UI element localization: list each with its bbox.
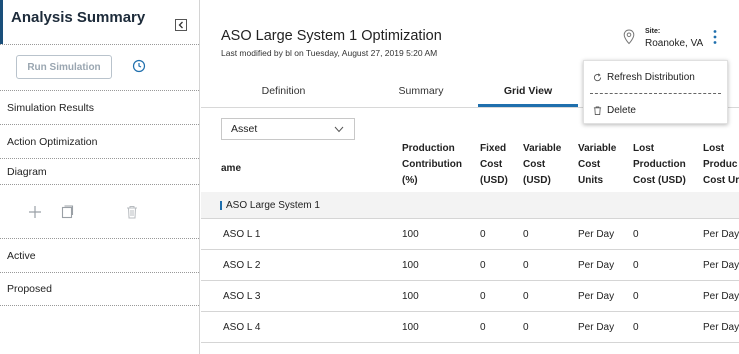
cell-name: ASO L 4 <box>223 321 261 333</box>
cell-production-contribution: 100 <box>402 228 419 240</box>
group-row[interactable]: ASO Large System 1 <box>201 192 739 219</box>
sidebar-toolbar <box>0 184 199 238</box>
cell-name: ASO L 2 <box>223 259 261 271</box>
more-options-icon[interactable] <box>712 29 718 45</box>
cell-lost-production-cost: 0 <box>633 290 639 302</box>
cell-fixed-cost: 0 <box>480 321 486 333</box>
sidebar-header: Analysis Summary <box>0 0 199 44</box>
cell-lost-production-cost-units: Per Day <box>703 321 739 333</box>
cell-production-contribution: 100 <box>402 259 419 271</box>
cell-variable-cost-units: Per Day <box>578 228 615 240</box>
sidebar-item-action-optimization[interactable]: Action Optimization <box>0 124 199 158</box>
cell-fixed-cost: 0 <box>480 259 486 271</box>
cell-variable-cost-units: Per Day <box>578 321 615 333</box>
cell-lost-production-cost: 0 <box>633 259 639 271</box>
run-simulation-button[interactable]: Run Simulation <box>16 55 112 79</box>
table-row[interactable]: ASO L 3 100 0 0 Per Day 0 Per Day <box>201 281 739 312</box>
asset-dropdown[interactable]: Asset <box>221 118 355 140</box>
column-header-fixed-cost[interactable]: Fixed Cost (USD) <box>480 141 508 189</box>
column-header-lost-production-cost[interactable]: Lost Production Cost (USD) <box>633 141 686 189</box>
cell-name: ASO L 1 <box>223 228 261 240</box>
cell-lost-production-cost-units: Per Day <box>703 259 739 271</box>
group-indicator <box>220 201 222 210</box>
cell-fixed-cost: 0 <box>480 290 486 302</box>
cell-variable-cost-units: Per Day <box>578 290 615 302</box>
site-label: Site: <box>645 28 661 35</box>
table-row[interactable]: ASO L 1 100 0 0 Per Day 0 Per Day <box>201 219 739 250</box>
site-value: Roanoke, VA <box>645 38 704 49</box>
collapse-icon[interactable] <box>175 19 187 31</box>
cell-name: ASO L 3 <box>223 290 261 302</box>
column-header-variable-cost[interactable]: Variable Cost (USD) <box>523 141 561 189</box>
tab-summary[interactable]: Summary <box>366 74 476 108</box>
active-tab-indicator <box>478 104 578 107</box>
tab-grid-view[interactable]: Grid View <box>478 74 578 108</box>
options-menu: Refresh Distribution Delete <box>583 60 728 124</box>
menu-separator <box>590 93 721 94</box>
sidebar-item-active[interactable]: Active <box>0 238 199 272</box>
trash-icon[interactable] <box>125 205 139 219</box>
tab-definition[interactable]: Definition <box>201 74 366 108</box>
cell-lost-production-cost-units: Per Day <box>703 290 739 302</box>
sidebar-title: Analysis Summary <box>11 9 146 26</box>
cell-variable-cost-units: Per Day <box>578 259 615 271</box>
cell-variable-cost: 0 <box>523 321 529 333</box>
cell-fixed-cost: 0 <box>480 228 486 240</box>
simulation-controls: Run Simulation <box>0 44 199 90</box>
page-title: ASO Large System 1 Optimization <box>221 28 442 44</box>
cell-variable-cost: 0 <box>523 259 529 271</box>
group-label: ASO Large System 1 <box>226 199 320 211</box>
cell-lost-production-cost-units: Per Day <box>703 228 739 240</box>
refresh-icon <box>593 72 602 81</box>
cell-production-contribution: 100 <box>402 290 419 302</box>
column-header-variable-cost-units[interactable]: Variable Cost Units <box>578 141 616 189</box>
cell-variable-cost: 0 <box>523 228 529 240</box>
cell-lost-production-cost: 0 <box>633 228 639 240</box>
table-row[interactable]: ASO L 4 100 0 0 Per Day 0 Per Day <box>201 312 739 343</box>
cell-variable-cost: 0 <box>523 290 529 302</box>
sidebar: Analysis Summary Run Simulation Simulati… <box>0 0 200 354</box>
asset-dropdown-value: Asset <box>231 123 258 135</box>
cell-production-contribution: 100 <box>402 321 419 333</box>
table-row[interactable]: ASO L 2 100 0 0 Per Day 0 Per Day <box>201 250 739 281</box>
menu-item-delete[interactable]: Delete <box>584 95 727 125</box>
sidebar-item-proposed[interactable]: Proposed <box>0 272 199 306</box>
location-pin-icon <box>623 29 635 45</box>
clock-icon[interactable] <box>132 59 146 73</box>
column-header-lost-production-cost-units[interactable]: Lost Produc Cost Ur <box>703 141 739 189</box>
cell-lost-production-cost: 0 <box>633 321 639 333</box>
sidebar-item-diagram[interactable]: Diagram <box>0 158 199 184</box>
sidebar-item-simulation-results[interactable]: Simulation Results <box>0 90 199 124</box>
plus-icon[interactable] <box>28 205 42 219</box>
chevron-down-icon <box>334 126 344 133</box>
column-header-production-contribution[interactable]: Production Contribution (%) <box>402 141 462 189</box>
last-modified-text: Last modified by bl on Tuesday, August 2… <box>221 48 438 58</box>
trash-icon <box>593 105 602 115</box>
column-header-name[interactable]: ame <box>221 161 241 177</box>
menu-item-refresh-distribution[interactable]: Refresh Distribution <box>584 62 727 92</box>
copy-icon[interactable] <box>60 205 74 219</box>
